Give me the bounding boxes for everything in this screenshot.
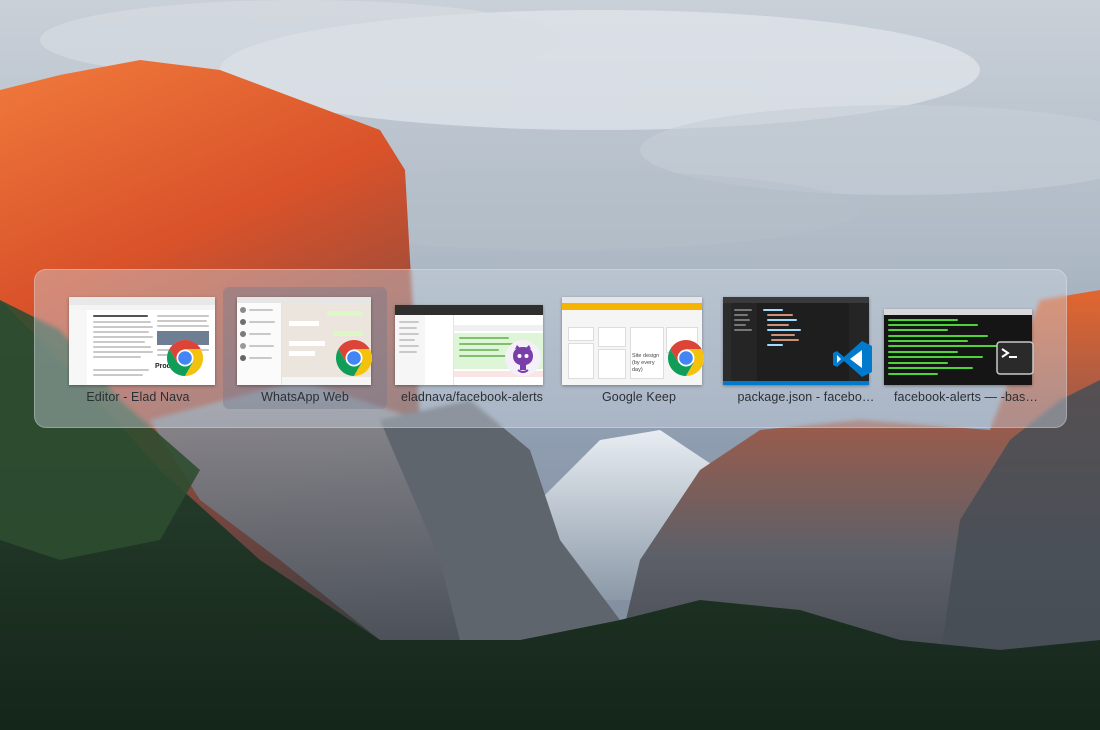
window-title: Google Keep xyxy=(601,390,677,404)
window-item-whatsapp-web[interactable]: WhatsApp Web xyxy=(223,287,387,409)
chrome-icon xyxy=(166,340,204,376)
window-item-editor-elad-nava[interactable]: Productivity Editor - Elad Nava xyxy=(56,287,220,409)
chrome-icon xyxy=(335,340,373,376)
window-switcher: Productivity Editor - Elad Nava xyxy=(34,269,1067,428)
terminal-icon xyxy=(996,341,1034,375)
window-item-vscode-package-json[interactable]: package.json - facebo… xyxy=(723,287,888,409)
window-title: eladnava/facebook-alerts xyxy=(400,390,544,404)
window-item-github-facebook-alerts[interactable]: eladnava/facebook-alerts xyxy=(390,287,554,409)
window-item-terminal-bash[interactable]: facebook-alerts — -bas… xyxy=(884,287,1048,409)
window-title: facebook-alerts — -bas… xyxy=(893,390,1039,404)
window-title: package.json - facebo… xyxy=(737,390,875,404)
thumb-note-text: Site design (by every day) xyxy=(632,353,660,373)
window-title: Editor - Elad Nava xyxy=(86,390,190,404)
github-desktop-icon xyxy=(505,340,541,376)
window-title: WhatsApp Web xyxy=(261,390,349,404)
chrome-icon xyxy=(667,340,705,376)
window-item-google-keep[interactable]: Site design (by every day) Google Keep xyxy=(557,287,721,409)
vscode-icon xyxy=(833,341,872,377)
